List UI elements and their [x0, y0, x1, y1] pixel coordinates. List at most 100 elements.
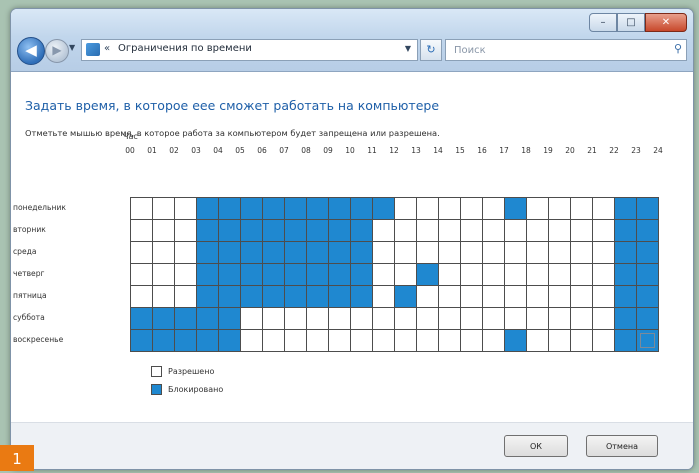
blocked-hour-cell[interactable] — [327, 262, 351, 286]
allowed-hour-cell[interactable] — [173, 240, 197, 264]
allowed-hour-cell[interactable] — [525, 218, 549, 242]
blocked-hour-cell[interactable] — [327, 284, 351, 308]
blocked-hour-cell[interactable] — [239, 218, 263, 242]
blocked-hour-cell[interactable] — [217, 240, 241, 264]
allowed-hour-cell[interactable] — [151, 262, 175, 286]
blocked-hour-cell[interactable] — [195, 284, 219, 308]
allowed-hour-cell[interactable] — [437, 262, 461, 286]
blocked-hour-cell[interactable] — [239, 284, 263, 308]
allowed-hour-cell[interactable] — [239, 328, 263, 352]
allowed-hour-cell[interactable] — [569, 284, 593, 308]
minimize-button[interactable]: – — [589, 13, 617, 32]
blocked-hour-cell[interactable] — [613, 240, 637, 264]
allowed-hour-cell[interactable] — [525, 284, 549, 308]
allowed-hour-cell[interactable] — [437, 218, 461, 242]
blocked-hour-cell[interactable] — [613, 306, 637, 330]
allowed-hour-cell[interactable] — [349, 306, 373, 330]
allowed-hour-cell[interactable] — [503, 284, 527, 308]
refresh-button[interactable]: ↻ — [420, 39, 442, 61]
allowed-hour-cell[interactable] — [437, 306, 461, 330]
allowed-hour-cell[interactable] — [547, 306, 571, 330]
blocked-hour-cell[interactable] — [217, 196, 241, 220]
allowed-hour-cell[interactable] — [459, 306, 483, 330]
back-button[interactable]: ◀ — [17, 37, 45, 65]
blocked-hour-cell[interactable] — [635, 240, 659, 264]
maximize-button[interactable]: □ — [617, 13, 645, 32]
blocked-hour-cell[interactable] — [217, 328, 241, 352]
blocked-hour-cell[interactable] — [613, 262, 637, 286]
breadcrumb[interactable]: Ограничения по времени — [118, 43, 252, 54]
allowed-hour-cell[interactable] — [481, 328, 505, 352]
allowed-hour-cell[interactable] — [151, 196, 175, 220]
blocked-hour-cell[interactable] — [349, 284, 373, 308]
allowed-hour-cell[interactable] — [547, 328, 571, 352]
blocked-hour-cell[interactable] — [503, 196, 527, 220]
blocked-hour-cell[interactable] — [195, 240, 219, 264]
allowed-hour-cell[interactable] — [591, 218, 615, 242]
allowed-hour-cell[interactable] — [371, 218, 395, 242]
blocked-hour-cell[interactable] — [217, 306, 241, 330]
blocked-hour-cell[interactable] — [173, 306, 197, 330]
allowed-hour-cell[interactable] — [569, 306, 593, 330]
allowed-hour-cell[interactable] — [459, 262, 483, 286]
allowed-hour-cell[interactable] — [481, 240, 505, 264]
blocked-hour-cell[interactable] — [327, 218, 351, 242]
allowed-hour-cell[interactable] — [591, 240, 615, 264]
time-restriction-grid[interactable] — [129, 196, 659, 352]
allowed-hour-cell[interactable] — [569, 262, 593, 286]
allowed-hour-cell[interactable] — [415, 218, 439, 242]
allowed-hour-cell[interactable] — [371, 262, 395, 286]
blocked-hour-cell[interactable] — [129, 328, 153, 352]
allowed-hour-cell[interactable] — [129, 262, 153, 286]
blocked-hour-cell[interactable] — [283, 240, 307, 264]
allowed-hour-cell[interactable] — [503, 218, 527, 242]
allowed-hour-cell[interactable] — [371, 306, 395, 330]
blocked-hour-cell[interactable] — [283, 218, 307, 242]
allowed-hour-cell[interactable] — [173, 262, 197, 286]
allowed-hour-cell[interactable] — [569, 196, 593, 220]
blocked-hour-cell[interactable] — [305, 284, 329, 308]
blocked-hour-cell[interactable] — [195, 306, 219, 330]
allowed-hour-cell[interactable] — [283, 328, 307, 352]
blocked-hour-cell[interactable] — [503, 328, 527, 352]
blocked-hour-cell[interactable] — [393, 284, 417, 308]
allowed-hour-cell[interactable] — [261, 306, 285, 330]
allowed-hour-cell[interactable] — [415, 240, 439, 264]
allowed-hour-cell[interactable] — [393, 306, 417, 330]
blocked-hour-cell[interactable] — [635, 262, 659, 286]
allowed-hour-cell[interactable] — [503, 306, 527, 330]
blocked-hour-cell[interactable] — [349, 196, 373, 220]
allowed-hour-cell[interactable] — [173, 196, 197, 220]
blocked-hour-cell[interactable] — [349, 218, 373, 242]
allowed-hour-cell[interactable] — [173, 284, 197, 308]
allowed-hour-cell[interactable] — [525, 240, 549, 264]
blocked-hour-cell[interactable] — [613, 328, 637, 352]
allowed-hour-cell[interactable] — [459, 328, 483, 352]
allowed-hour-cell[interactable] — [129, 240, 153, 264]
blocked-hour-cell[interactable] — [613, 218, 637, 242]
allowed-hour-cell[interactable] — [283, 306, 307, 330]
allowed-hour-cell[interactable] — [591, 328, 615, 352]
blocked-hour-cell[interactable] — [173, 328, 197, 352]
allowed-hour-cell[interactable] — [547, 262, 571, 286]
allowed-hour-cell[interactable] — [415, 306, 439, 330]
blocked-hour-cell[interactable] — [195, 262, 219, 286]
allowed-hour-cell[interactable] — [591, 196, 615, 220]
allowed-hour-cell[interactable] — [415, 196, 439, 220]
allowed-hour-cell[interactable] — [459, 284, 483, 308]
blocked-hour-cell[interactable] — [283, 196, 307, 220]
cancel-button[interactable]: Отмена — [586, 435, 658, 457]
allowed-hour-cell[interactable] — [393, 328, 417, 352]
allowed-hour-cell[interactable] — [129, 196, 153, 220]
blocked-hour-cell[interactable] — [151, 328, 175, 352]
blocked-hour-cell[interactable] — [635, 196, 659, 220]
allowed-hour-cell[interactable] — [393, 218, 417, 242]
allowed-hour-cell[interactable] — [525, 306, 549, 330]
blocked-hour-cell[interactable] — [635, 328, 659, 352]
search-box[interactable]: ⚲ — [445, 39, 687, 61]
blocked-hour-cell[interactable] — [415, 262, 439, 286]
blocked-hour-cell[interactable] — [261, 284, 285, 308]
blocked-hour-cell[interactable] — [305, 262, 329, 286]
blocked-hour-cell[interactable] — [239, 196, 263, 220]
allowed-hour-cell[interactable] — [151, 240, 175, 264]
